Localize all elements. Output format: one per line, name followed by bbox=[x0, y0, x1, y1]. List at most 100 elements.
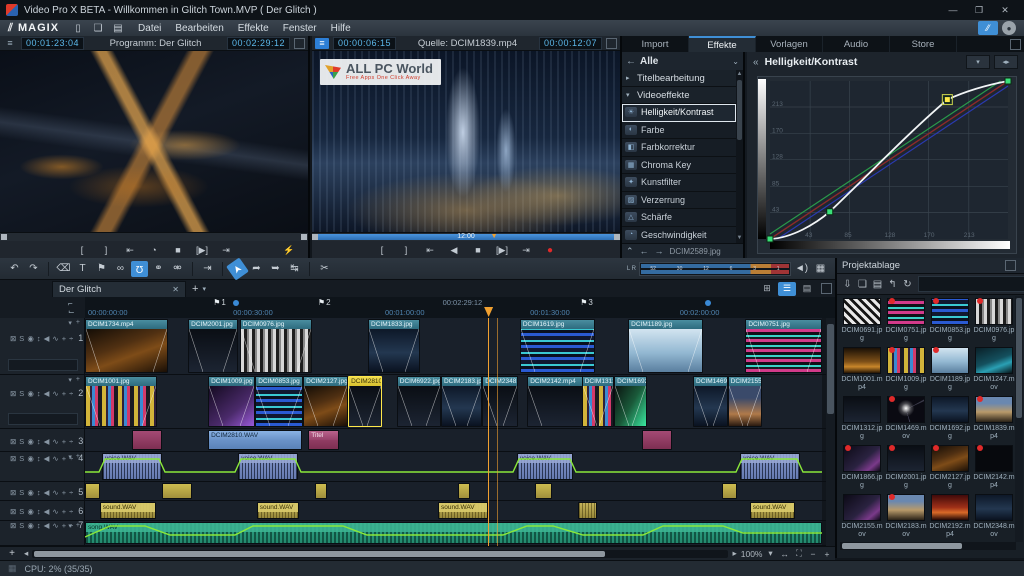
clip-voice.WAV[interactable]: voice.WAV bbox=[740, 453, 800, 480]
bin-item-DCIM1866.jpg[interactable]: DCIM1866.jpg bbox=[840, 443, 884, 492]
effect-item-helligkeit-kontrast[interactable]: ☀Helligkeit/Kontrast bbox=[622, 104, 736, 122]
transition-icon[interactable]: ∿ bbox=[52, 521, 58, 530]
mark-in-button[interactable]: [ bbox=[75, 245, 89, 255]
track-content-1[interactable]: DCIM1734.mp4DCIM2001.jpgDCIM0976.jpgDCIM… bbox=[85, 318, 822, 374]
transition-handle-left[interactable] bbox=[304, 386, 318, 426]
keyframe-icon[interactable]: ↕ bbox=[37, 507, 41, 516]
tab-vorlagen[interactable]: Vorlagen bbox=[756, 36, 823, 52]
chevron-down-icon[interactable]: ⌄ bbox=[732, 57, 739, 66]
effect-item-geschwindigkeit[interactable]: ◔Geschwindigkeit bbox=[622, 227, 736, 244]
single-object-mode-button[interactable]: ➦ bbox=[248, 261, 265, 277]
scrub-handle-right[interactable] bbox=[301, 234, 307, 240]
zoom-dropdown[interactable]: ▾ bbox=[767, 548, 775, 559]
refresh-icon[interactable]: ↻ bbox=[901, 279, 914, 290]
effects-scrollbar[interactable]: ▲ ▼ bbox=[736, 70, 743, 243]
plus-icon[interactable]: + bbox=[62, 507, 66, 516]
track-header-7[interactable]: ⊠S◉↕◀∿+÷7▾+ bbox=[0, 521, 85, 545]
clip-sound.WAV[interactable]: sound.WAV bbox=[750, 502, 795, 519]
collapse-track-icon[interactable]: ▾ bbox=[68, 522, 72, 530]
curve-icon[interactable]: ÷ bbox=[69, 488, 73, 497]
clip-Titel[interactable]: Titel bbox=[308, 430, 338, 450]
transition-handle-right[interactable] bbox=[223, 329, 237, 372]
bin-item-DCIM0691.jpg[interactable]: DCIM0691.jpg bbox=[840, 296, 884, 345]
razor-button[interactable]: ✂ bbox=[316, 261, 333, 277]
tab-dropdown-icon[interactable]: ▾ bbox=[202, 285, 206, 293]
panel-detach-icon[interactable] bbox=[821, 283, 832, 294]
bin-item-DCIM1692.jpg[interactable]: DCIM1692.jpg bbox=[928, 394, 972, 443]
range-handle-right[interactable] bbox=[614, 234, 620, 240]
clip-untitled[interactable] bbox=[578, 502, 597, 519]
track-content-3[interactable]: DCIM2810.WAVTitel bbox=[85, 429, 822, 451]
scrollbar-thumb[interactable] bbox=[737, 80, 742, 140]
monitor-menu-icon[interactable]: ≡ bbox=[3, 38, 17, 49]
transition-icon[interactable]: ∿ bbox=[52, 389, 58, 398]
solo-icon[interactable]: S bbox=[19, 334, 24, 343]
mixer-icon[interactable]: ▦ bbox=[812, 261, 829, 277]
bin-item-DCIM2001.jpg[interactable]: DCIM2001.jpg bbox=[884, 443, 928, 492]
track-header-1[interactable]: ⊠S◉↕◀∿+÷1▾+ bbox=[0, 318, 85, 374]
track-content-6[interactable]: sound.WAVsound.WAVsound.WAVsound.WAV bbox=[85, 501, 822, 520]
scrollbar-thumb[interactable] bbox=[827, 324, 834, 414]
project-tab[interactable]: Der Glitch ✕ bbox=[52, 281, 186, 297]
transition-handle-left[interactable] bbox=[349, 386, 363, 426]
timeline-h-scrollbar[interactable] bbox=[32, 550, 728, 558]
compare-button[interactable]: ◂▸ bbox=[994, 55, 1018, 69]
clip-voice.WAV[interactable]: voice.WAV bbox=[102, 453, 162, 480]
redo-button[interactable]: ↷ bbox=[25, 261, 42, 277]
curve-point[interactable] bbox=[767, 236, 773, 242]
transition-handle-left[interactable] bbox=[729, 386, 743, 426]
open-folder-icon[interactable]: ❏ bbox=[856, 279, 869, 290]
lock-icon[interactable]: ⊠ bbox=[10, 454, 16, 463]
transition-handle-right[interactable] bbox=[580, 329, 594, 372]
track-header-3[interactable]: ⊠S◉↕◀∿+÷3 bbox=[0, 429, 85, 451]
panel-detach-icon[interactable] bbox=[1005, 260, 1016, 271]
effect-item-kunstfilter[interactable]: ✦Kunstfilter bbox=[622, 174, 736, 192]
solo-icon[interactable]: S bbox=[19, 488, 24, 497]
menu-effekte[interactable]: Effekte bbox=[231, 22, 276, 35]
keyframe-icon[interactable]: ↕ bbox=[37, 334, 41, 343]
transition-handle-right[interactable] bbox=[288, 386, 302, 426]
bin-item-DCIM1469.mov[interactable]: DCIM1469.mov bbox=[884, 394, 928, 443]
playhead-handle[interactable] bbox=[484, 307, 493, 317]
panel-detach-icon[interactable] bbox=[1010, 39, 1021, 50]
clip-DCIM1692.jpg[interactable]: DCIM1692.jpg bbox=[614, 376, 647, 427]
transition-handle-right[interactable] bbox=[747, 386, 761, 426]
lock-icon[interactable]: ⊠ bbox=[10, 389, 16, 398]
program-scrubbar[interactable] bbox=[0, 232, 308, 241]
transition-handle-left[interactable] bbox=[369, 329, 383, 372]
transition-handle-left[interactable] bbox=[398, 386, 412, 426]
tab-store[interactable]: Store bbox=[890, 36, 957, 52]
clip-DCIM0976.jpg[interactable]: DCIM0976.jpg bbox=[240, 319, 312, 373]
keyframe-icon[interactable]: ↕ bbox=[37, 454, 41, 463]
scrollbar-thumb[interactable] bbox=[842, 543, 962, 549]
playhead-ghost-line[interactable] bbox=[497, 318, 498, 546]
effect-item-verzerrung[interactable]: ▨Verzerrung bbox=[622, 192, 736, 210]
scroll-left-icon[interactable]: ◂ bbox=[24, 548, 28, 559]
collapse-panel-icon[interactable]: « bbox=[753, 57, 759, 68]
range-play-button[interactable]: ◔ bbox=[147, 245, 161, 255]
collapse-icon[interactable]: ⌃ bbox=[626, 246, 634, 257]
volume-icon[interactable]: ◀ bbox=[44, 454, 50, 463]
range-handle-left[interactable] bbox=[312, 234, 318, 240]
range-marker-dot[interactable] bbox=[705, 300, 711, 306]
close-icon[interactable]: ✕ bbox=[172, 285, 179, 294]
track-header-2[interactable]: ⊠S◉↕◀∿+÷2▾+ bbox=[0, 375, 85, 428]
effect-item-chroma-key[interactable]: ▦Chroma Key bbox=[622, 157, 736, 175]
lock-icon[interactable]: ⊠ bbox=[10, 437, 16, 446]
clip-song.WAV[interactable]: song.WAV bbox=[85, 522, 822, 544]
marker-button[interactable]: ⚑ bbox=[93, 261, 110, 277]
add-effect-icon[interactable]: + bbox=[76, 453, 80, 461]
zoom-fit[interactable]: ⛶ bbox=[795, 548, 803, 559]
bin-item-DCIM0751.jpg[interactable]: DCIM0751.jpg bbox=[884, 296, 928, 345]
plus-icon[interactable]: + bbox=[62, 389, 66, 398]
info-button[interactable]: ● bbox=[1002, 21, 1016, 35]
open-project-icon[interactable]: ❏ bbox=[89, 22, 107, 35]
program-video-display[interactable] bbox=[0, 51, 308, 232]
keyframe-icon[interactable]: ↕ bbox=[37, 521, 41, 530]
track-content-4[interactable]: voice.WAVvoice.WAVvoice.WAVvoice.WAV bbox=[85, 452, 822, 481]
export-button[interactable]: ⚡ bbox=[282, 245, 296, 256]
clip-DCIM1833.jpg[interactable]: DCIM1833.jpg bbox=[368, 319, 420, 373]
add-tab-button[interactable]: + bbox=[192, 283, 198, 295]
scrollbar-thumb[interactable] bbox=[1016, 298, 1022, 418]
transition-icon[interactable]: ∿ bbox=[52, 437, 58, 446]
